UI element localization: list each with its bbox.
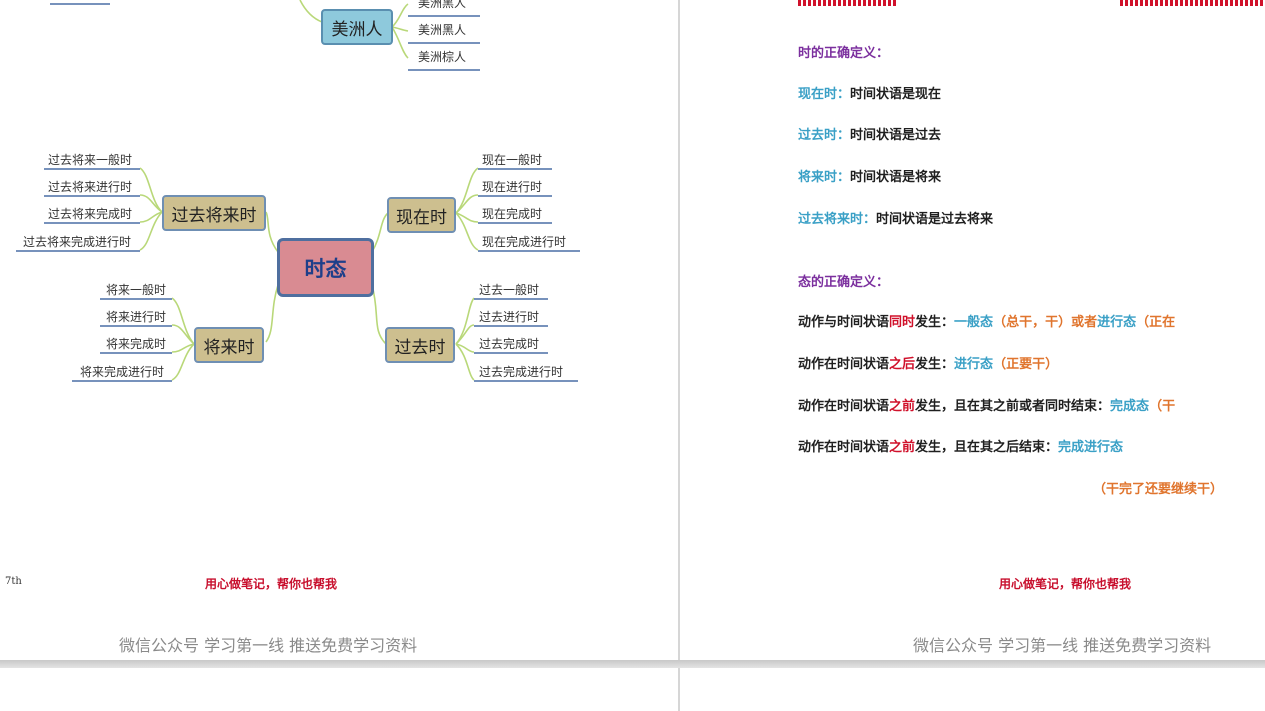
aspect-term: 进行态 [954, 357, 994, 372]
cut-text-fragment [1120, 0, 1265, 6]
next-page-left [0, 668, 678, 711]
page-gap [0, 660, 1265, 668]
leaf-text: 美洲棕人 [418, 50, 467, 64]
branch-future: 将来时 [194, 327, 264, 363]
aspect-term: 完成态 [1110, 399, 1150, 414]
term: 现在时： [798, 87, 851, 102]
tense-def-past: 过去时：时间状语是过去 [798, 124, 941, 143]
tense-def-present: 现在时：时间状语是现在 [798, 83, 941, 102]
leaf-text: 现在一般时 [482, 153, 543, 167]
left-page: 美洲人 美洲黑人 美洲黑人 美洲棕人 时态 过去将来时 过去将来一般时 过去将来… [0, 0, 678, 660]
branch-past: 过去时 [385, 327, 455, 363]
leaf-text: 将来完成进行时 [80, 365, 165, 379]
term: 过去将来时： [798, 212, 877, 227]
right-page: 时的正确定义： 现在时：时间状语是现在 过去时：时间状语是过去 将来时：时间状语… [680, 0, 1265, 660]
branch-label: 现在时 [396, 207, 447, 228]
def-text: 时间状语是现在 [850, 87, 942, 102]
aspect-def: 动作在时间状语之后发生：进行态（正要干） [798, 353, 1058, 372]
next-page-right [680, 668, 1265, 711]
def-text: 发生，且在其之后结束： [915, 440, 1059, 455]
mind-map-connectors [16, 0, 580, 382]
aspect-term: 完成进行态 [1058, 440, 1124, 455]
footer-note: 用心做笔记，帮你也帮我 [999, 577, 1132, 591]
leaf-text: 过去一般时 [479, 283, 540, 297]
leaf-text: 过去将来完成时 [48, 207, 133, 221]
cut-text-fragment [798, 0, 896, 6]
def-text: 动作在时间状语 [798, 399, 890, 414]
highlight: 之后 [889, 357, 916, 372]
aspect-heading: 态的正确定义： [798, 275, 890, 290]
branch-label: 将来时 [203, 337, 255, 358]
tense-def-future: 将来时：时间状语是将来 [798, 166, 941, 185]
aspect-def: 动作在时间状语之前发生，且在其之前或者同时结束：完成态（干 [798, 395, 1175, 414]
leaf-text: 过去将来完成进行时 [23, 235, 132, 249]
tense-def-past-future: 过去将来时：时间状语是过去将来 [798, 208, 993, 227]
aspect-note: （干 [1149, 399, 1176, 414]
page-number: 7th [5, 576, 22, 587]
aspect-term: 进行态 [1097, 315, 1137, 330]
watermark: 微信公众号 学习第一线 推送免费学习资料 [119, 636, 418, 655]
node-americans-label: 美洲人 [331, 19, 383, 40]
leaf-text: 将来进行时 [106, 310, 167, 324]
leaf-text: 现在完成进行时 [482, 235, 567, 249]
highlight: 之前 [889, 399, 916, 414]
branch-past-future: 过去将来时 [162, 195, 266, 231]
def-text: 时间状语是将来 [850, 170, 942, 185]
watermark: 微信公众号 学习第一线 推送免费学习资料 [913, 636, 1212, 655]
def-text: 动作在时间状语 [798, 357, 890, 372]
leaf-text: 美洲黑人 [418, 0, 467, 10]
aspect-note: （总干，干） [993, 315, 1072, 330]
def-text: 发生，且在其之前或者同时结束： [915, 399, 1111, 414]
branch-label: 过去将来时 [171, 205, 257, 226]
def-text: 时间状语是过去将来 [876, 212, 994, 227]
aspect-note: （正在 [1136, 315, 1176, 330]
leaf-text: 过去进行时 [479, 310, 540, 324]
aspect-def: 动作在时间状语之前发生，且在其之后结束：完成进行态 [798, 436, 1123, 455]
highlight: 之前 [889, 440, 916, 455]
leaf-text: 将来一般时 [106, 283, 167, 297]
def-text: 或者 [1071, 315, 1098, 330]
branch-label: 过去时 [394, 337, 446, 358]
leaf-text: 将来完成时 [106, 337, 167, 351]
highlight: 同时 [889, 315, 916, 330]
leaf-text: 过去完成进行时 [479, 365, 564, 379]
term: 将来时： [798, 170, 851, 185]
leaf-text: 过去完成时 [479, 337, 540, 351]
footer-note: 用心做笔记，帮你也帮我 [205, 577, 338, 591]
root-node-tense: 时态 [277, 238, 374, 297]
def-text: 发生： [915, 357, 955, 372]
aspect-def: 动作与时间状语同时发生：一般态（总干，干）或者进行态（正在 [798, 311, 1175, 330]
leaf-text: 现在进行时 [482, 180, 543, 194]
node-americans: 美洲人 [321, 9, 393, 45]
aspect-term: 一般态 [954, 315, 994, 330]
page-divider [678, 0, 680, 711]
def-text: 动作与时间状语 [798, 315, 890, 330]
def-text: 发生： [915, 315, 955, 330]
tense-heading: 时的正确定义： [798, 46, 890, 61]
leaf-text: 过去将来进行时 [48, 180, 133, 194]
term: 过去时： [798, 128, 851, 143]
aspect-note-continuation: （干完了还要继续干） [1093, 482, 1224, 497]
leaf-text: 现在完成时 [482, 207, 543, 221]
branch-present: 现在时 [387, 197, 456, 233]
aspect-note: （正要干） [993, 357, 1059, 372]
leaf-text: 过去将来一般时 [48, 153, 133, 167]
def-text: 动作在时间状语 [798, 440, 890, 455]
leaf-text: 美洲黑人 [418, 23, 467, 37]
root-node-label: 时态 [304, 256, 347, 281]
def-text: 时间状语是过去 [850, 128, 942, 143]
